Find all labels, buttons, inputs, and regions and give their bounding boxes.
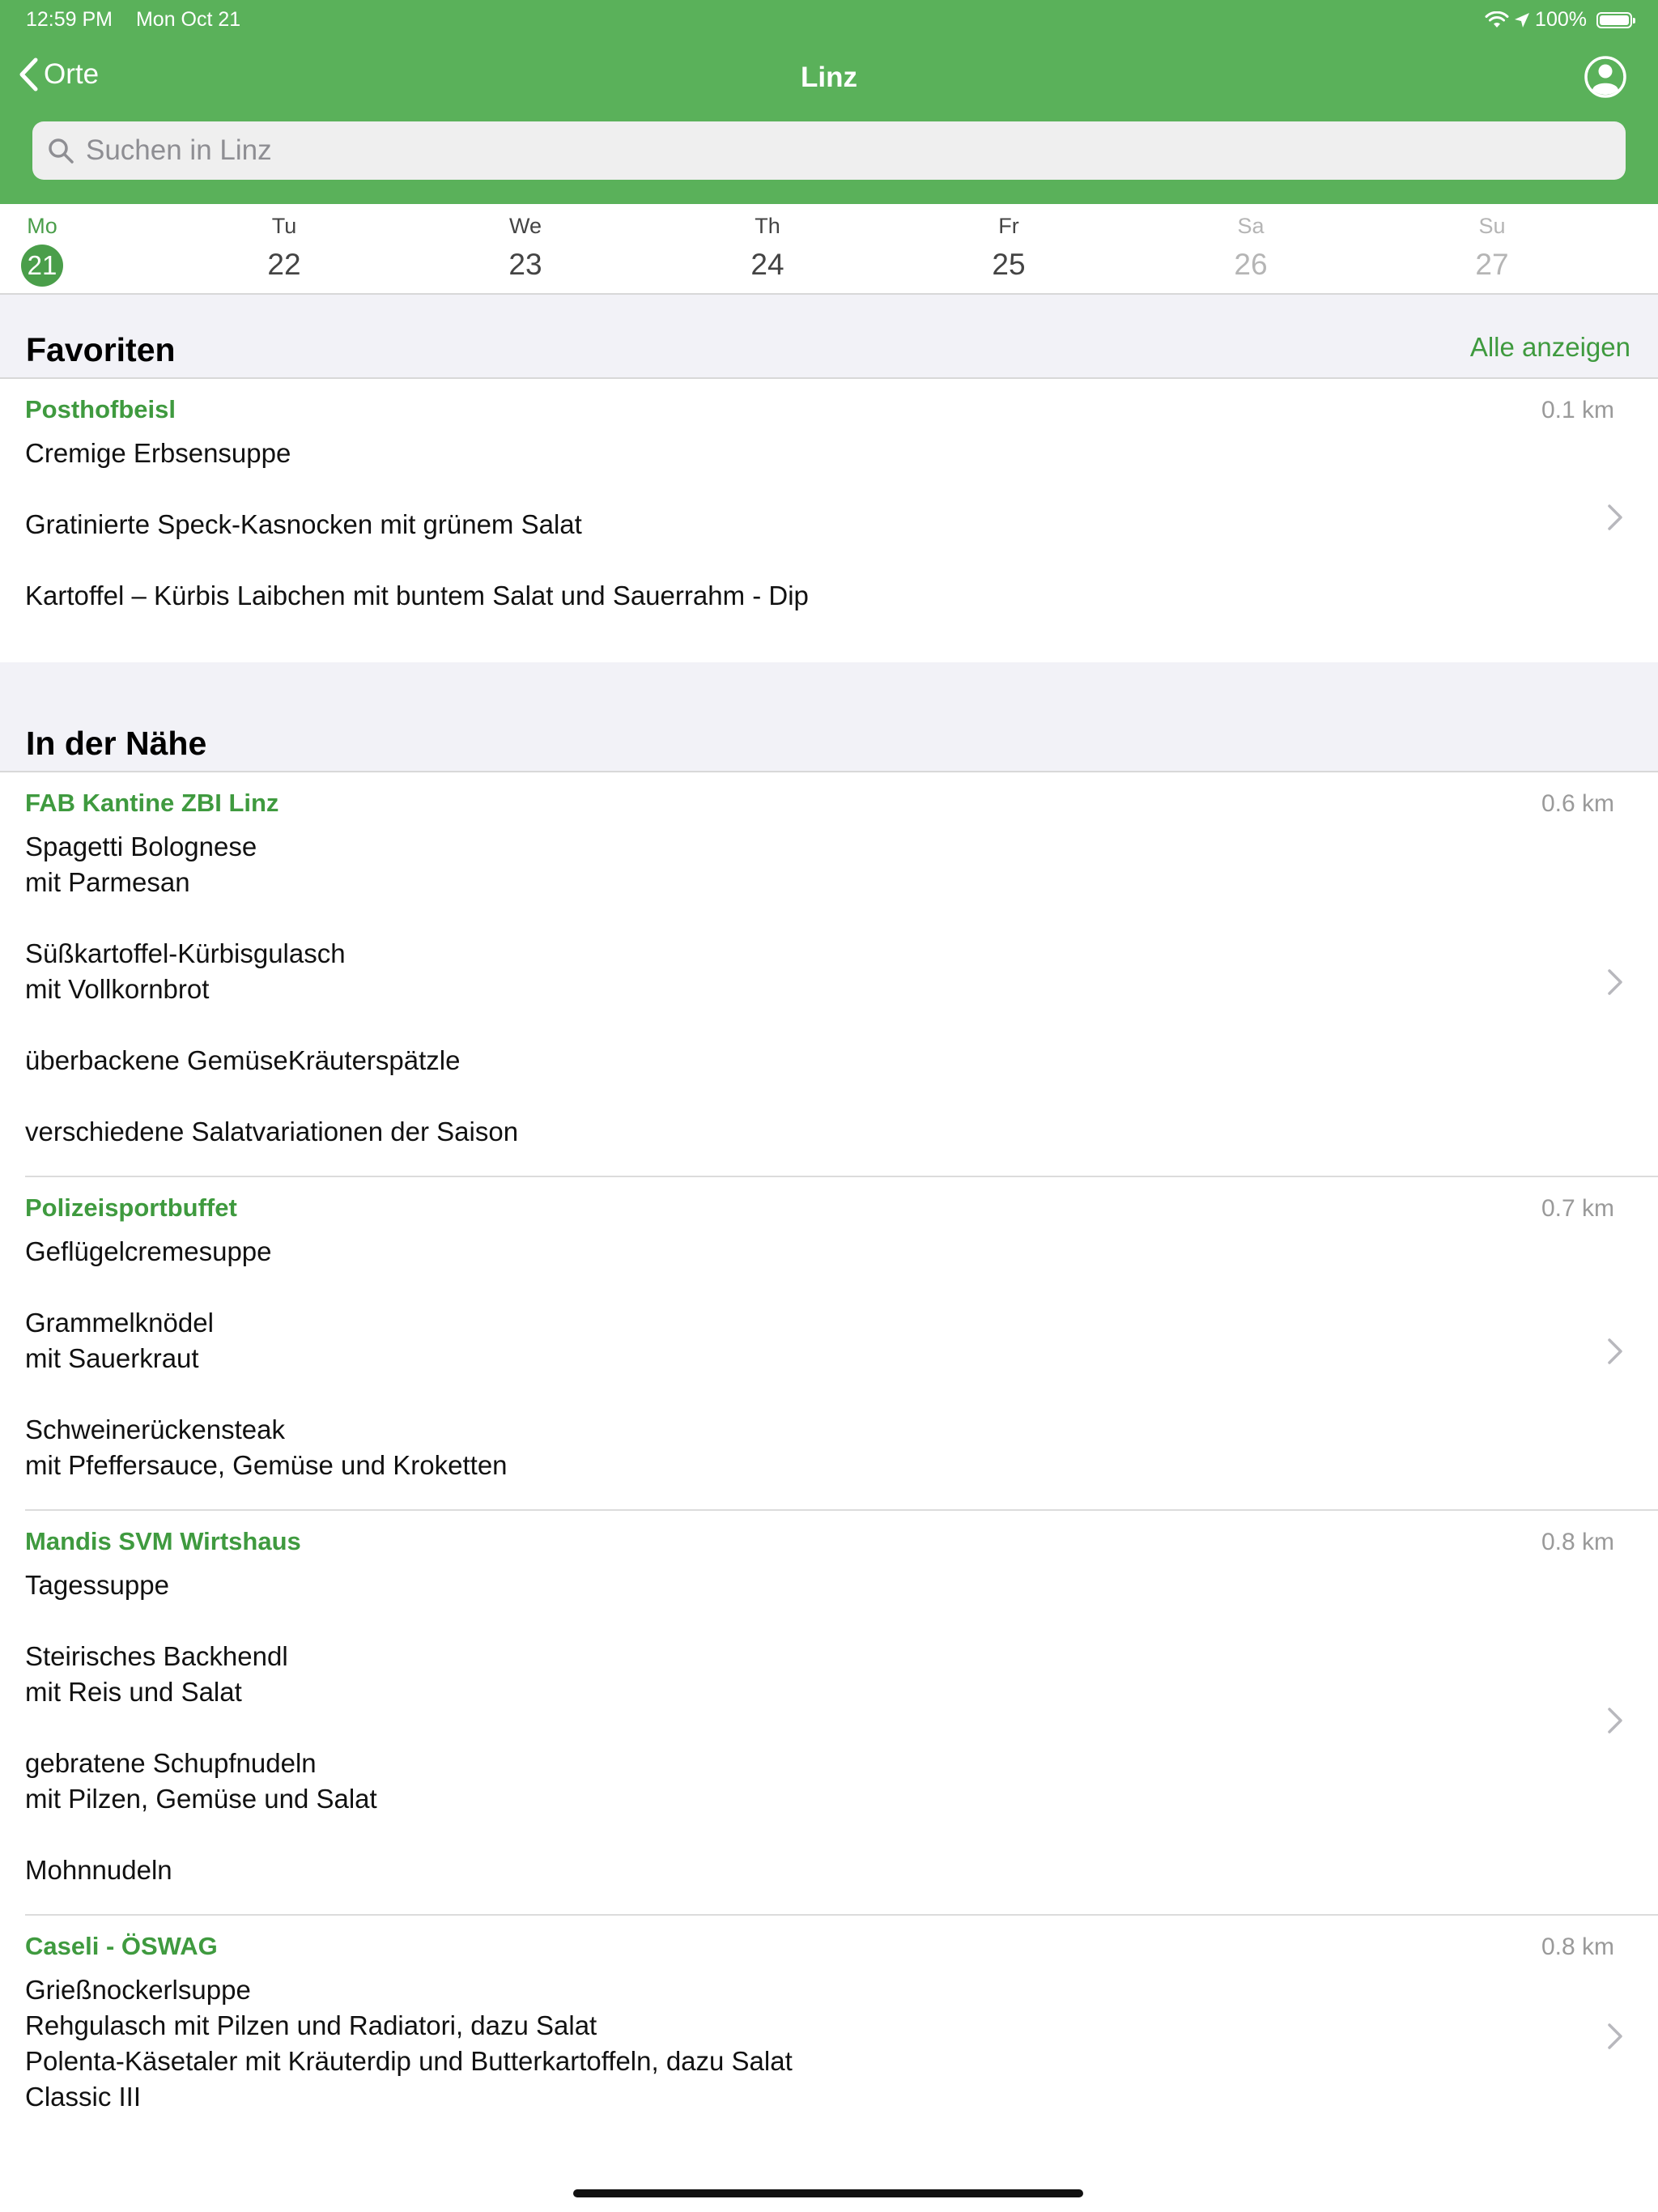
meal-item: mit Pfeffersauce, Gemüse und Kroketten <box>25 1450 508 1480</box>
restaurant-card[interactable]: Posthofbeisl 0.1 km Cremige Erbsensuppe Gra… <box>0 379 1658 640</box>
meal-item: mit Sauerkraut <box>25 1343 199 1373</box>
restaurant-name: Mandis SVM Wirtshaus <box>25 1527 301 1555</box>
chevron-right-icon <box>1608 2023 1622 2049</box>
meal-item: mit Reis und Salat <box>25 1677 242 1707</box>
restaurant-name: Caseli - ÖSWAG <box>25 1932 218 1960</box>
day-sa[interactable]: Sa 26 <box>1194 214 1307 286</box>
day-name: Sa <box>1237 214 1265 238</box>
battery-icon <box>1596 11 1635 28</box>
day-number: 26 <box>1234 248 1268 281</box>
day-name: Su <box>1478 214 1506 238</box>
day-th[interactable]: Th 24 <box>711 214 824 286</box>
restaurant-distance: 0.7 km <box>1541 1195 1614 1222</box>
day-number: 25 <box>992 248 1026 281</box>
status-date: Mon Oct 21 <box>135 8 241 31</box>
meal-item: Süßkartoffel-Kürbisgulasch <box>25 938 346 968</box>
restaurant-distance: 0.6 km <box>1541 790 1614 817</box>
meal-item: Gratinierte Speck-Kasnocken mit grünem S… <box>25 509 582 539</box>
meal-item: verschiedene Salatvariationen der Saison <box>25 1117 519 1146</box>
day-name: Th <box>755 214 780 238</box>
favorites-section-header: Favoriten Alle anzeigen <box>0 295 1658 379</box>
meal-item: mit Pilzen, Gemüse und Salat <box>25 1784 377 1814</box>
day-name: Tu <box>271 214 297 238</box>
meal-item: Grießnockerlsuppe <box>25 1975 251 2005</box>
day-su[interactable]: Su 27 <box>1435 214 1549 286</box>
restaurant-card[interactable]: FAB Kantine ZBI Linz 0.6 km Spagetti Bolog… <box>0 772 1658 1176</box>
show-all-button[interactable]: Alle anzeigen <box>1470 332 1630 363</box>
restaurant-card[interactable]: Polizeisportbuffet 0.7 km Geflügelcremesup… <box>0 1177 1658 1509</box>
chevron-right-icon <box>1608 504 1622 530</box>
chevron-right-icon <box>1608 969 1622 995</box>
restaurant-name: Posthofbeisl <box>25 395 176 423</box>
meal-item: Tagessuppe <box>25 1570 169 1600</box>
day-name: Mo <box>27 214 57 238</box>
meal-item: Cremige Erbsensuppe <box>25 438 291 468</box>
day-fr[interactable]: Fr 25 <box>952 214 1065 286</box>
restaurant-distance: 0.1 km <box>1541 397 1614 423</box>
meal-item: Mohnnudeln <box>25 1855 172 1885</box>
meal-item: Geflügelcremesuppe <box>25 1236 272 1266</box>
meal-item: mit Vollkornbrot <box>25 974 210 1004</box>
chevron-right-icon <box>1608 1338 1622 1364</box>
day-number: 22 <box>267 248 301 281</box>
meal-item: Spagetti Bolognese <box>25 832 257 861</box>
meal-item: Polenta-Käsetaler mit Kräuterdip und But… <box>25 2046 793 2076</box>
restaurant-card[interactable]: Mandis SVM Wirtshaus 0.8 km Tagessuppe Stei… <box>0 1511 1658 1914</box>
chevron-right-icon <box>1608 1708 1622 1733</box>
meal-item: gebratene Schupfnudeln <box>25 1748 317 1778</box>
nearby-section-header: In der Nähe <box>0 662 1658 772</box>
day-number: 27 <box>1475 248 1509 281</box>
day-name: We <box>508 214 542 238</box>
day-number: 24 <box>750 248 784 281</box>
restaurant-distance: 0.8 km <box>1541 1933 1614 1960</box>
status-time: 12:59 PM <box>26 8 113 31</box>
status-bar: 12:59 PM Mon Oct 21 100% <box>26 8 1635 34</box>
wifi-icon <box>1485 11 1509 28</box>
day-number: 21 <box>0 244 99 287</box>
search-icon <box>49 138 74 164</box>
meal-item: mit Parmesan <box>25 867 190 897</box>
search-input[interactable] <box>84 134 1545 168</box>
favorites-title: Favoriten <box>26 331 176 368</box>
meal-item: Classic III <box>25 2082 142 2112</box>
meal-item: Rehgulasch mit Pilzen und Radiatori, daz… <box>25 2010 597 2040</box>
restaurant-distance: 0.8 km <box>1541 1529 1614 1555</box>
day-we[interactable]: We 23 <box>469 214 582 286</box>
meal-item: Schweinerückensteak <box>25 1414 286 1444</box>
day-selector: Mo 21 Tu 22 We 23 Th 24 Fr 25 Sa 26 Su 27 <box>0 204 1658 295</box>
nav-header: 12:59 PM Mon Oct 21 100% Orte Linz <box>0 0 1658 204</box>
day-mo[interactable]: Mo 21 <box>0 214 99 287</box>
home-indicator <box>573 2189 1083 2197</box>
nearby-title: In der Nähe <box>26 725 207 762</box>
page-title: Linz <box>801 62 857 93</box>
day-name: Fr <box>998 214 1019 238</box>
restaurant-card[interactable]: Caseli - ÖSWAG 0.8 km Grießnockerlsuppe Reh… <box>0 1916 1658 2141</box>
meal-item: Steirisches Backhendl <box>25 1641 288 1671</box>
restaurant-name: FAB Kantine ZBI Linz <box>25 789 279 817</box>
search-bar[interactable] <box>32 121 1626 180</box>
profile-icon[interactable] <box>1584 55 1627 99</box>
meal-item: Kartoffel – Kürbis Laibchen mit buntem S… <box>25 581 809 610</box>
day-tu[interactable]: Tu 22 <box>227 214 341 286</box>
day-number: 23 <box>508 248 542 281</box>
restaurant-name: Polizeisportbuffet <box>25 1193 237 1222</box>
battery-percent: 100% <box>1535 8 1587 31</box>
meal-item: Grammelknödel <box>25 1308 214 1338</box>
meal-item: überbackene GemüseKräuterspätzle <box>25 1045 461 1075</box>
location-arrow-icon <box>1515 12 1530 28</box>
